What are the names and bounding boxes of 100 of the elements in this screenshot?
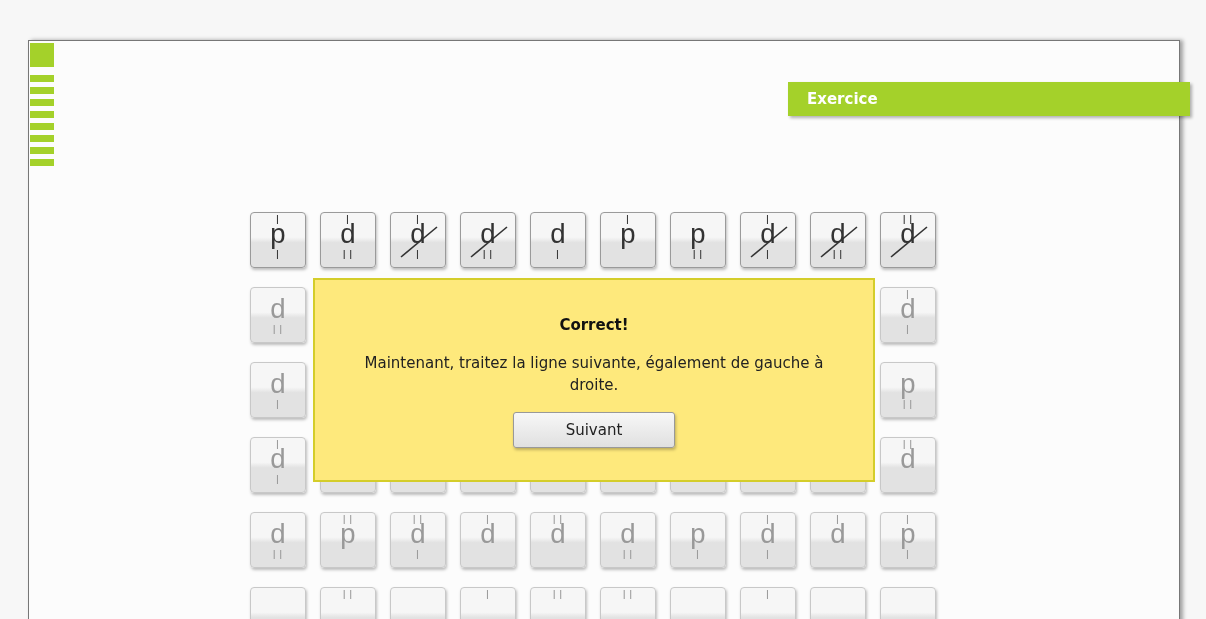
tick-marks: || <box>481 250 495 259</box>
letter-tile[interactable]: | p | <box>880 512 936 568</box>
tick-marks: | <box>344 215 352 224</box>
tick-marks: || <box>901 215 915 224</box>
tick-marks: | <box>834 515 842 524</box>
letter-tile[interactable]: | d | <box>740 212 796 268</box>
tick-marks: | <box>904 325 912 334</box>
letter-tile[interactable]: d || <box>600 512 656 568</box>
letter-tile[interactable]: || d | <box>390 512 446 568</box>
tick-marks: | <box>484 515 492 524</box>
menu-stripe <box>30 123 54 130</box>
tile-letter: p <box>339 524 357 548</box>
letter-tile[interactable]: d || <box>460 212 516 268</box>
letter-tile[interactable]: d || <box>250 512 306 568</box>
tile-letter: d <box>409 524 427 548</box>
letter-tile[interactable]: || d <box>530 512 586 568</box>
letter-tile[interactable]: p || <box>670 212 726 268</box>
tick-marks: | <box>414 550 422 559</box>
menu-block <box>30 43 54 67</box>
letter-tile[interactable]: | d | <box>390 212 446 268</box>
section-banner: Exercice <box>788 82 1190 116</box>
tile-letter: d <box>269 299 287 323</box>
tick-marks: | <box>274 400 282 409</box>
tick-marks: || <box>341 590 355 599</box>
tick-marks: | <box>764 590 772 599</box>
menu-stripe <box>30 147 54 154</box>
letter-tile[interactable]: || <box>530 587 586 619</box>
tick-marks: || <box>901 400 915 409</box>
tick-marks: || <box>901 440 915 449</box>
tick-marks: | <box>904 290 912 299</box>
tick-marks: || <box>341 515 355 524</box>
tick-marks: | <box>764 250 772 259</box>
tile-letter: d <box>479 224 497 248</box>
dialog-message: Maintenant, traitez la ligne suivante, également de gauche à droite. <box>363 353 825 396</box>
tile-letter: p <box>619 224 637 248</box>
menu-stripe <box>30 75 54 82</box>
tile-letter: d <box>899 299 917 323</box>
letter-tile[interactable]: | <box>460 587 516 619</box>
tick-marks: || <box>621 590 635 599</box>
tick-marks: || <box>551 515 565 524</box>
tile-letter: d <box>339 224 357 248</box>
next-button[interactable]: Suivant <box>513 412 675 448</box>
tick-marks: | <box>274 475 282 484</box>
letter-tile[interactable]: | <box>740 587 796 619</box>
letter-tile[interactable]: || <box>600 587 656 619</box>
tick-marks: || <box>411 515 425 524</box>
letter-tile[interactable]: || <box>320 587 376 619</box>
tick-marks: | <box>554 250 562 259</box>
letter-tile[interactable]: || d <box>880 212 936 268</box>
letter-tile[interactable]: | d <box>460 512 516 568</box>
tick-marks: | <box>764 215 772 224</box>
letter-tile[interactable]: | d | <box>740 512 796 568</box>
dialog-title: Correct! <box>559 316 629 334</box>
tile-letter: d <box>269 524 287 548</box>
letter-tile[interactable]: d || <box>810 212 866 268</box>
tile-letter: d <box>899 224 917 248</box>
tile-letter: d <box>619 524 637 548</box>
tile-letter: d <box>829 224 847 248</box>
tick-marks: | <box>414 215 422 224</box>
tile-letter: d <box>479 524 497 548</box>
menu-stripe <box>30 159 54 166</box>
letter-tile[interactable]: d || <box>250 287 306 343</box>
tick-marks: | <box>904 515 912 524</box>
menu-stripe <box>30 111 54 118</box>
letter-tile[interactable]: | p <box>600 212 656 268</box>
tile-letter: d <box>269 374 287 398</box>
menu-stripe <box>30 99 54 106</box>
letter-tile[interactable]: p | <box>670 512 726 568</box>
letter-tile[interactable]: | d | <box>880 287 936 343</box>
tick-marks: | <box>484 590 492 599</box>
tile-letter: d <box>899 449 917 473</box>
tick-marks: || <box>551 590 565 599</box>
tick-marks: || <box>621 550 635 559</box>
tick-marks: || <box>341 250 355 259</box>
letter-tile[interactable]: | d <box>810 512 866 568</box>
tick-marks: | <box>274 250 282 259</box>
tile-letter: d <box>409 224 427 248</box>
tile-letter: d <box>549 224 567 248</box>
menu-stripe <box>30 135 54 142</box>
tick-marks: | <box>694 550 702 559</box>
letter-tile[interactable]: || p <box>320 512 376 568</box>
tick-marks: | <box>764 550 772 559</box>
menu-stripe <box>30 87 54 94</box>
letter-tile[interactable]: p || <box>880 362 936 418</box>
letter-tile[interactable]: | p | <box>250 212 306 268</box>
tick-marks: || <box>831 250 845 259</box>
tile-letter: d <box>759 224 777 248</box>
letter-tile[interactable]: || d <box>880 437 936 493</box>
tick-marks: | <box>274 440 282 449</box>
letter-tile[interactable]: | d | <box>250 437 306 493</box>
letter-tile[interactable]: d | <box>250 362 306 418</box>
tick-marks: || <box>271 325 285 334</box>
tick-marks: | <box>414 250 422 259</box>
tick-marks: | <box>764 515 772 524</box>
tile-letter: d <box>549 524 567 548</box>
tick-marks: | <box>904 550 912 559</box>
letter-tile[interactable]: | d || <box>320 212 376 268</box>
tile-letter: d <box>829 524 847 548</box>
letter-tile[interactable]: d | <box>530 212 586 268</box>
tile-letter: d <box>269 449 287 473</box>
